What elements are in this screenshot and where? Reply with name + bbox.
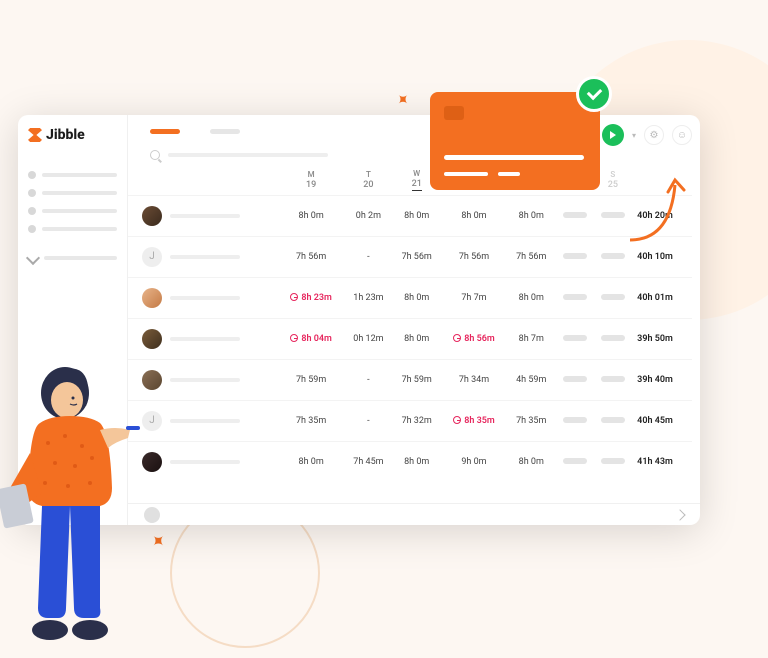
time-cell[interactable]: 8h 23m bbox=[278, 277, 344, 318]
time-cell[interactable]: 8h 0m bbox=[507, 277, 555, 318]
time-cell[interactable]: 8h 0m bbox=[393, 318, 441, 359]
nav-item[interactable] bbox=[28, 207, 117, 215]
weekend-cell bbox=[555, 236, 593, 277]
table-row[interactable]: 8h 0m7h 45m8h 0m9h 0m8h 0m41h 43m bbox=[128, 441, 692, 482]
logo-icon bbox=[28, 128, 42, 142]
user-icon[interactable]: ☺ bbox=[672, 125, 692, 145]
clock-icon bbox=[453, 416, 461, 424]
time-cell[interactable]: 7h 59m bbox=[278, 359, 344, 400]
person-illustration bbox=[0, 358, 160, 658]
time-cell[interactable]: 7h 32m bbox=[393, 400, 441, 441]
table-row[interactable]: J7h 35m-7h 32m8h 35m7h 35m40h 45m bbox=[128, 400, 692, 441]
weekend-cell bbox=[594, 441, 632, 482]
time-cell[interactable]: 7h 35m bbox=[278, 400, 344, 441]
clock-icon bbox=[290, 293, 298, 301]
weekend-cell bbox=[555, 359, 593, 400]
clock-icon bbox=[290, 334, 298, 342]
chevron-right-icon[interactable] bbox=[674, 509, 685, 520]
sparkle-icon: ✦ bbox=[391, 88, 414, 111]
total-cell: 41h 43m bbox=[632, 441, 692, 482]
time-cell[interactable]: 8h 0m bbox=[278, 441, 344, 482]
timesheet-table: M19T20W21T22F23S24S25 8h 0m0h 2m8h 0m8h … bbox=[128, 166, 692, 482]
credit-card-illustration bbox=[430, 92, 600, 190]
dropdown-caret-icon[interactable]: ▾ bbox=[632, 131, 636, 140]
time-cell[interactable]: - bbox=[344, 400, 392, 441]
time-cell[interactable]: 7h 56m bbox=[441, 236, 507, 277]
arrow-illustration bbox=[620, 170, 690, 260]
time-cell[interactable]: 9h 0m bbox=[441, 441, 507, 482]
weekend-cell bbox=[594, 400, 632, 441]
chevron-down-icon bbox=[26, 251, 40, 265]
table-row[interactable]: 7h 59m-7h 59m7h 34m4h 59m39h 40m bbox=[128, 359, 692, 400]
table-row[interactable]: 8h 04m0h 12m8h 0m8h 56m8h 7m 39h 50m bbox=[128, 318, 692, 359]
checkmark-badge bbox=[576, 76, 612, 112]
table-row[interactable]: J7h 56m-7h 56m7h 56m7h 56m40h 10m bbox=[128, 236, 692, 277]
time-cell[interactable]: 8h 0m bbox=[507, 195, 555, 236]
clock-in-button[interactable] bbox=[602, 124, 624, 146]
weekend-cell bbox=[555, 195, 593, 236]
time-cell[interactable]: 8h 0m bbox=[393, 441, 441, 482]
time-cell[interactable]: 8h 0m bbox=[278, 195, 344, 236]
name-cell: J bbox=[128, 236, 278, 277]
nav-item[interactable] bbox=[28, 225, 117, 233]
time-cell[interactable]: 8h 35m bbox=[441, 400, 507, 441]
total-cell: 39h 50m bbox=[632, 318, 692, 359]
name-cell bbox=[128, 318, 278, 359]
main-panel: M19T20W21T22F23S24S25 8h 0m0h 2m8h 0m8h … bbox=[128, 115, 700, 525]
day-header[interactable]: M19 bbox=[278, 166, 344, 195]
avatar bbox=[142, 206, 162, 226]
time-cell[interactable]: 7h 56m bbox=[393, 236, 441, 277]
time-cell[interactable]: - bbox=[344, 359, 392, 400]
weekend-cell bbox=[594, 359, 632, 400]
time-cell[interactable]: 7h 7m bbox=[441, 277, 507, 318]
search-input[interactable] bbox=[168, 153, 328, 157]
nav-item[interactable] bbox=[28, 171, 117, 179]
time-cell[interactable]: 7h 34m bbox=[441, 359, 507, 400]
time-cell[interactable]: 8h 0m bbox=[393, 277, 441, 318]
time-cell[interactable]: 8h 0m bbox=[441, 195, 507, 236]
total-cell: 40h 45m bbox=[632, 400, 692, 441]
total-cell: 39h 40m bbox=[632, 359, 692, 400]
time-cell[interactable]: 8h 04m bbox=[278, 318, 344, 359]
weekend-cell bbox=[555, 318, 593, 359]
time-cell[interactable]: 8h 0m bbox=[507, 441, 555, 482]
name-cell bbox=[128, 195, 278, 236]
time-cell[interactable]: 8h 56m bbox=[441, 318, 507, 359]
brand-name: Jibble bbox=[46, 127, 85, 143]
weekend-cell bbox=[594, 277, 632, 318]
time-cell[interactable]: 4h 59m bbox=[507, 359, 555, 400]
table-row[interactable]: 8h 0m0h 2m8h 0m8h 0m8h 0m40h 20m bbox=[128, 195, 692, 236]
collapse-toggle[interactable] bbox=[28, 253, 117, 263]
nav-item[interactable] bbox=[28, 189, 117, 197]
footer-bar bbox=[128, 503, 700, 525]
clock-icon bbox=[453, 334, 461, 342]
time-cell[interactable]: 7h 35m bbox=[507, 400, 555, 441]
avatar: J bbox=[142, 247, 162, 267]
weekend-cell bbox=[555, 277, 593, 318]
time-cell[interactable]: 7h 56m bbox=[507, 236, 555, 277]
search-icon bbox=[150, 150, 160, 160]
brand-logo[interactable]: Jibble bbox=[28, 127, 117, 143]
weekend-cell bbox=[555, 400, 593, 441]
total-cell: 40h 01m bbox=[632, 277, 692, 318]
weekend-cell bbox=[594, 318, 632, 359]
time-cell[interactable]: 8h 0m bbox=[393, 195, 441, 236]
time-cell[interactable]: 8h 7m bbox=[507, 318, 555, 359]
time-cell[interactable]: 1h 23m bbox=[344, 277, 392, 318]
weekend-cell bbox=[555, 441, 593, 482]
table-row[interactable]: 8h 23m1h 23m8h 0m7h 7m8h 0m40h 01m bbox=[128, 277, 692, 318]
avatar bbox=[142, 329, 162, 349]
time-cell[interactable]: 0h 12m bbox=[344, 318, 392, 359]
time-cell[interactable]: 7h 59m bbox=[393, 359, 441, 400]
avatar bbox=[142, 288, 162, 308]
time-cell[interactable]: 0h 2m bbox=[344, 195, 392, 236]
time-cell[interactable]: - bbox=[344, 236, 392, 277]
name-cell bbox=[128, 277, 278, 318]
day-header[interactable]: T20 bbox=[344, 166, 392, 195]
time-cell[interactable]: 7h 45m bbox=[344, 441, 392, 482]
time-cell[interactable]: 7h 56m bbox=[278, 236, 344, 277]
settings-icon[interactable]: ⚙ bbox=[644, 125, 664, 145]
